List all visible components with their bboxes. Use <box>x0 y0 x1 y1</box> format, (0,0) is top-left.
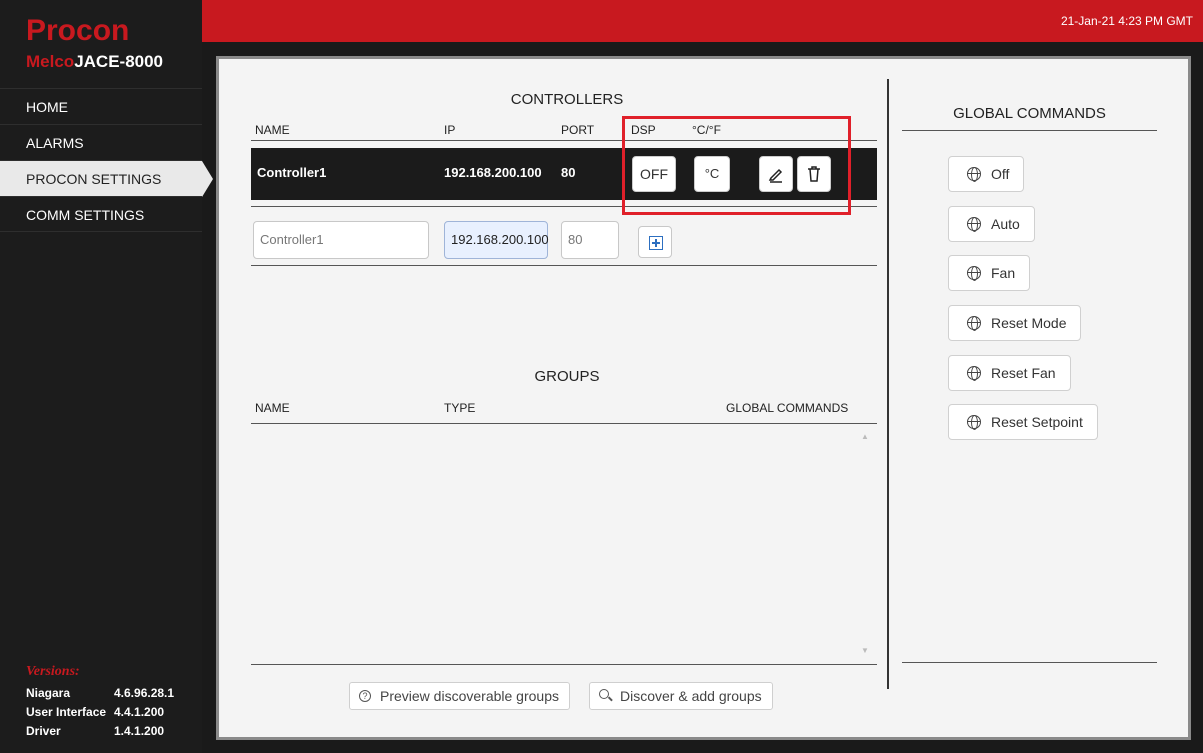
global-reset-fan-button[interactable]: Reset Fan <box>948 355 1071 391</box>
globe-icon <box>967 217 981 232</box>
divider <box>902 130 1157 131</box>
datetime: 21-Jan-21 4:23 PM GMT <box>1060 14 1193 28</box>
global-fan-label: Fan <box>991 265 1016 281</box>
globe-icon <box>967 167 981 182</box>
versions-panel: Versions: Niagara 4.6.96.28.1 User Interf… <box>26 664 196 741</box>
controllers-title: CONTROLLERS <box>510 91 624 108</box>
version-name: Driver <box>26 724 61 738</box>
new-controller-ip-input[interactable]: 192.168.200.100 <box>444 221 549 259</box>
nav-item-home[interactable]: HOME <box>0 88 202 124</box>
main-panel: CONTROLLERS NAME IP PORT DSP °C/°F Contr… <box>216 56 1191 740</box>
groups-header-type: TYPE <box>444 401 476 415</box>
header-ip: IP <box>444 123 456 137</box>
version-value: 4.6.96.28.1 <box>114 686 175 700</box>
scroll-up-arrow-icon[interactable]: ▲ <box>861 432 869 441</box>
global-reset-setpoint-button[interactable]: Reset Setpoint <box>948 404 1098 440</box>
header-port: PORT <box>561 123 595 137</box>
global-reset-mode-label: Reset Mode <box>991 315 1067 331</box>
global-reset-mode-button[interactable]: Reset Mode <box>948 305 1082 341</box>
version-value: 4.4.1.200 <box>114 705 165 719</box>
logo: Procon MelcoJACE-8000 <box>0 0 202 88</box>
model-prefix: Melco <box>26 52 75 71</box>
controller-row[interactable]: Controller1 192.168.200.100 80 OFF °C <box>251 148 877 200</box>
pencil-icon <box>768 168 783 183</box>
preview-groups-label: Preview discoverable groups <box>380 688 559 704</box>
version-row: Niagara 4.6.96.28.1 <box>26 684 196 703</box>
discover-groups-label: Discover & add groups <box>620 688 762 704</box>
groups-title: GROUPS <box>534 368 600 385</box>
globe-icon <box>967 415 981 430</box>
global-reset-setpoint-label: Reset Setpoint <box>991 414 1083 430</box>
model-name: MelcoJACE-8000 <box>26 52 163 72</box>
global-off-label: Off <box>991 166 1010 182</box>
groups-scrollbar[interactable]: ▲ ▼ <box>859 432 871 657</box>
divider <box>251 265 877 266</box>
global-auto-button[interactable]: Auto <box>948 206 1035 242</box>
help-circle-icon: ? <box>359 690 371 702</box>
search-icon <box>599 689 609 699</box>
new-controller-port-input[interactable]: 80 <box>561 221 619 259</box>
delete-button[interactable] <box>797 156 831 192</box>
version-name: Niagara <box>26 686 71 700</box>
global-auto-label: Auto <box>991 216 1020 232</box>
divider <box>251 664 877 665</box>
global-off-button[interactable]: Off <box>948 156 1025 192</box>
model-suffix: JACE-8000 <box>74 52 164 71</box>
preview-groups-button[interactable]: ? Preview discoverable groups <box>349 682 570 710</box>
controller-port: 80 <box>561 165 576 180</box>
top-bar: 21-Jan-21 4:23 PM GMT <box>202 0 1203 42</box>
plus-square-icon <box>649 236 663 250</box>
controller-name: Controller1 <box>257 165 327 180</box>
globe-icon <box>967 366 981 381</box>
edit-button[interactable] <box>759 156 793 192</box>
discover-groups-button[interactable]: Discover & add groups <box>589 682 773 710</box>
global-reset-fan-label: Reset Fan <box>991 365 1056 381</box>
scroll-down-arrow-icon[interactable]: ▼ <box>861 646 869 655</box>
add-controller-button[interactable] <box>638 226 672 258</box>
header-unit: °C/°F <box>692 123 721 137</box>
dsp-off-button[interactable]: OFF <box>632 156 676 192</box>
brand-name: Procon <box>26 14 130 47</box>
trash-icon <box>808 166 820 182</box>
version-row: Driver 1.4.1.200 <box>26 722 196 741</box>
controller-ip: 192.168.200.100 <box>444 165 542 180</box>
unit-celsius-button[interactable]: °C <box>694 156 730 192</box>
global-commands-title: GLOBAL COMMANDS <box>953 105 1106 122</box>
globe-icon <box>967 266 981 281</box>
header-dsp: DSP <box>631 123 656 137</box>
nav-item-alarms[interactable]: ALARMS <box>0 124 202 160</box>
nav-item-procon-settings[interactable]: PROCON SETTINGS <box>0 160 213 197</box>
new-controller-name-input[interactable]: Controller1 <box>253 221 429 259</box>
header-name: NAME <box>255 123 290 137</box>
divider <box>251 206 877 207</box>
divider <box>251 140 877 141</box>
divider <box>251 423 877 424</box>
vertical-divider <box>887 79 889 689</box>
groups-header-name: NAME <box>255 401 290 415</box>
divider <box>902 662 1157 663</box>
versions-title: Versions: <box>26 664 80 679</box>
version-name: User Interface <box>26 705 107 719</box>
globe-icon <box>967 316 981 331</box>
global-fan-button[interactable]: Fan <box>948 255 1031 291</box>
nav-item-comm-settings[interactable]: COMM SETTINGS <box>0 196 202 232</box>
version-row: User Interface 4.4.1.200 <box>26 703 196 722</box>
version-value: 1.4.1.200 <box>114 724 165 738</box>
sidebar: Procon MelcoJACE-8000 HOME ALARMS PROCON… <box>0 0 213 753</box>
groups-header-global: GLOBAL COMMANDS <box>726 401 849 415</box>
